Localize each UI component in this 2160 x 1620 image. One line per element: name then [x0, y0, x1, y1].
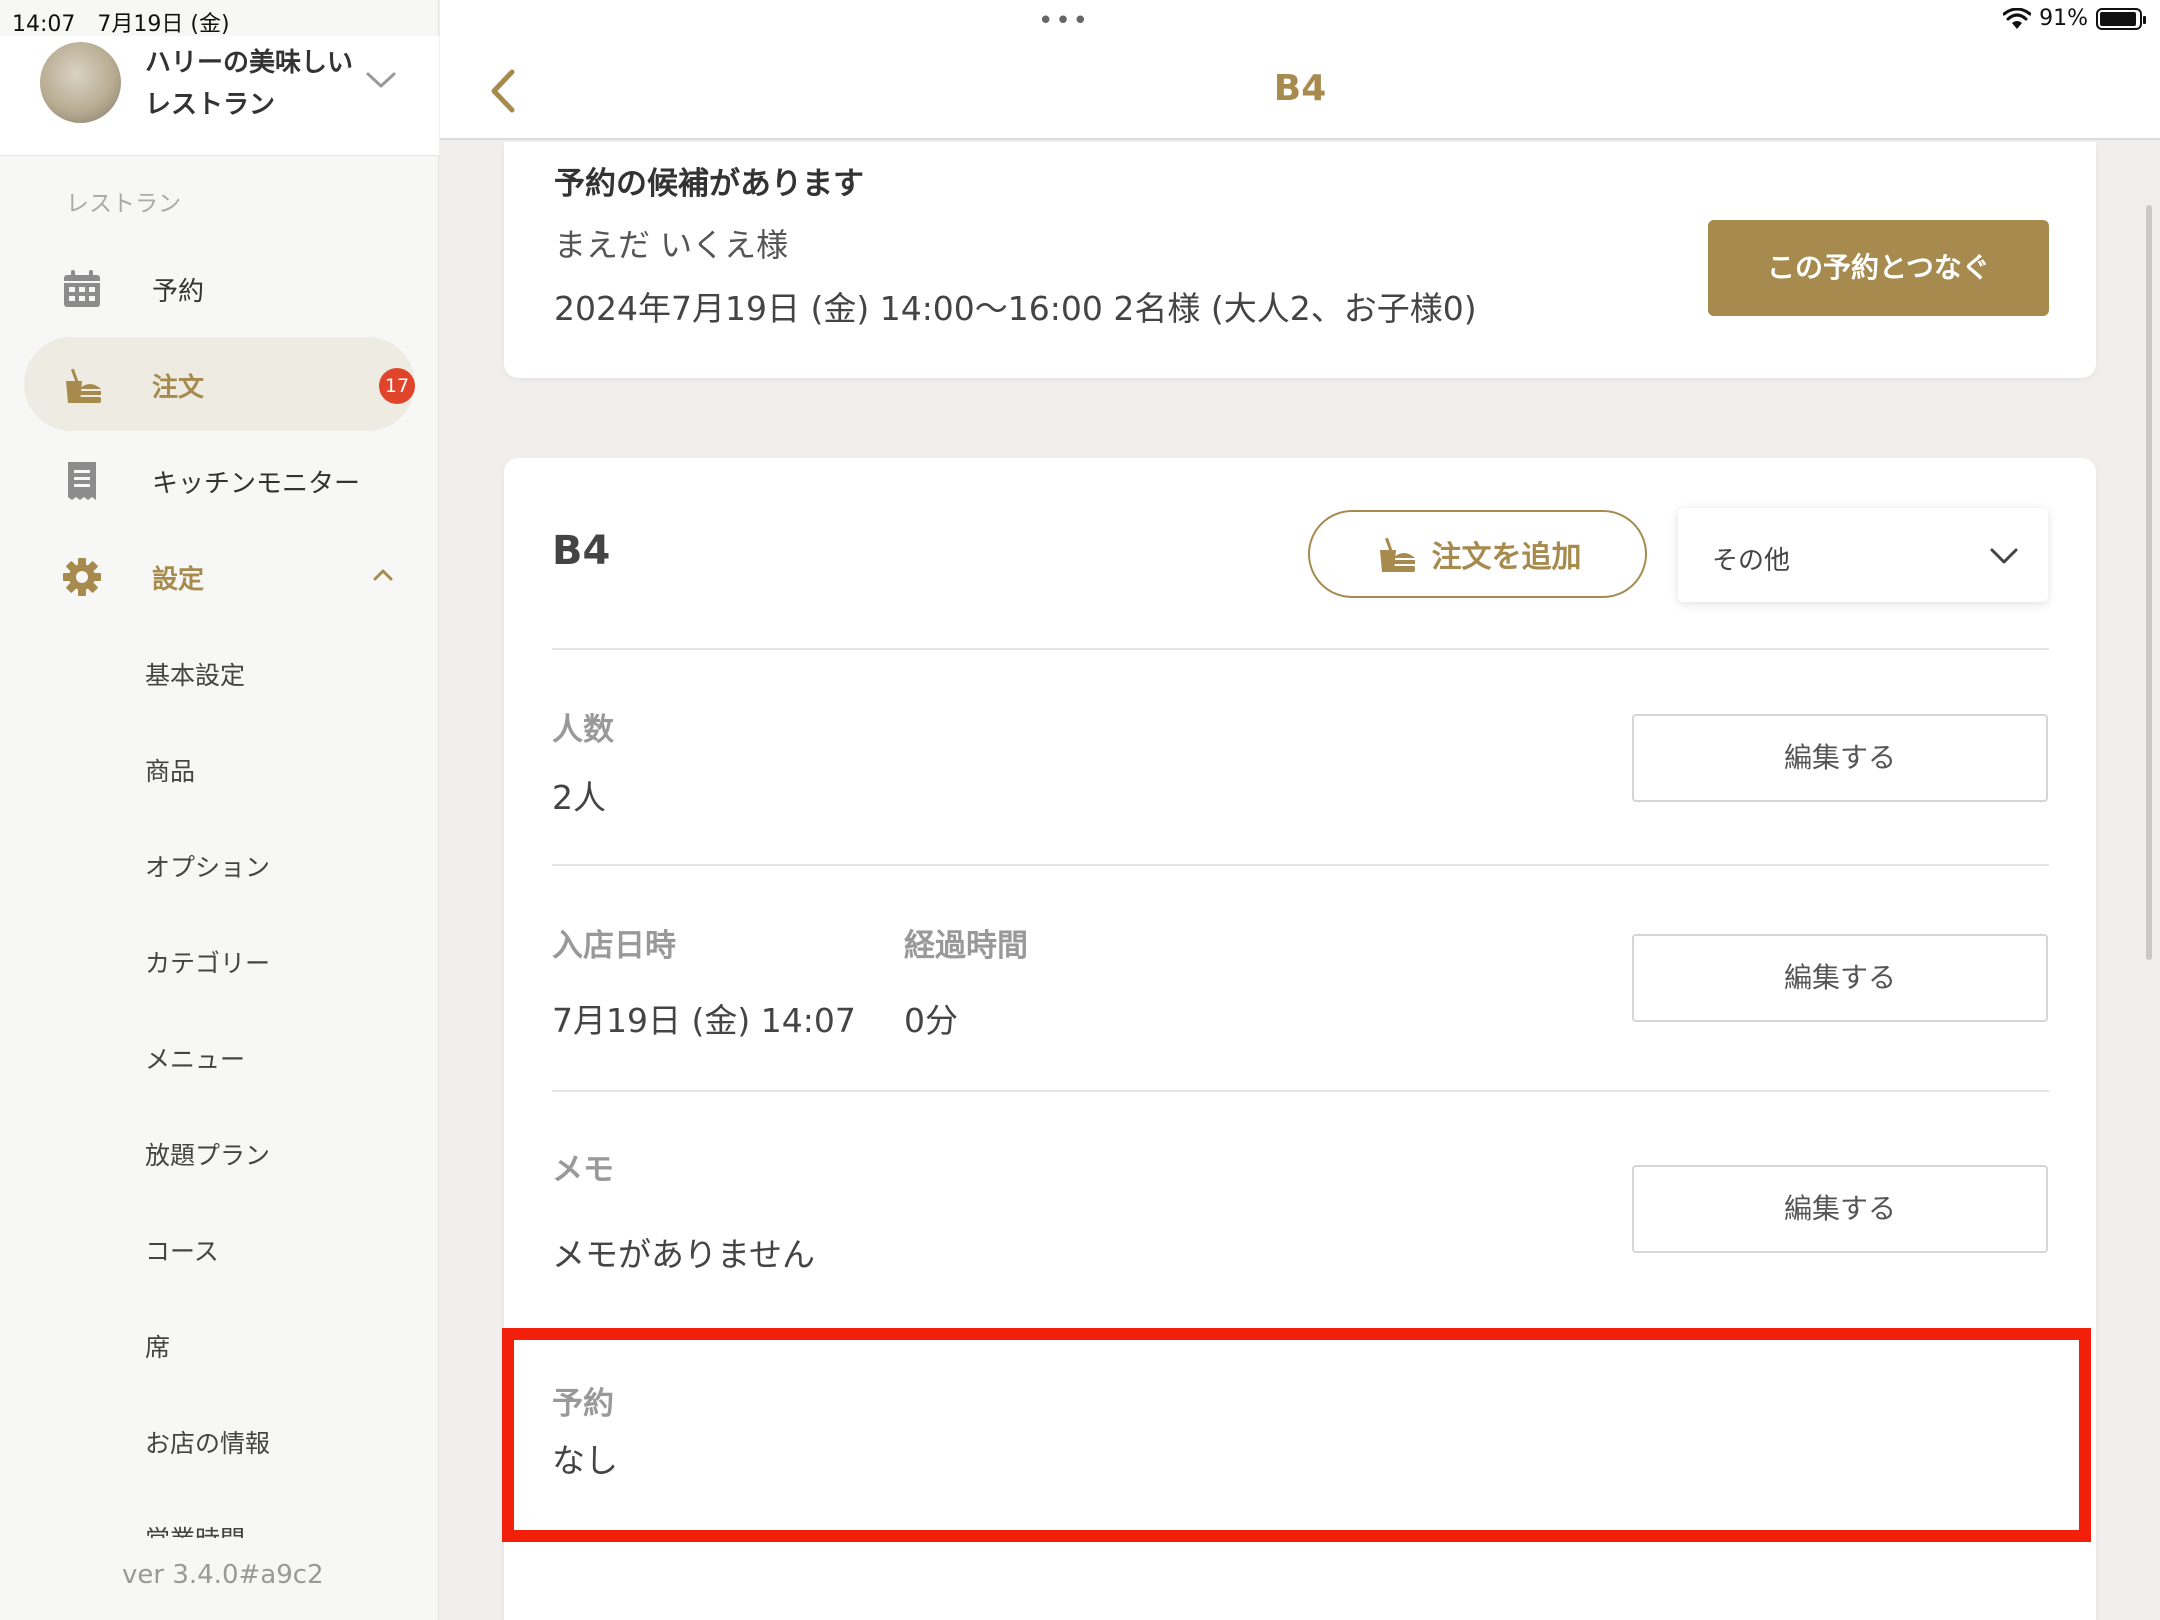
sidebar-item-settings[interactable]: 設定 — [24, 529, 415, 623]
entry-time-value: 7月19日 (金) 14:07 — [552, 1001, 856, 1040]
sidebar-item-label: 注文 — [152, 373, 205, 403]
divider — [552, 864, 2049, 866]
settings-item-categories[interactable]: カテゴリー — [145, 944, 270, 980]
order-icon — [66, 368, 101, 403]
settings-item-products[interactable]: 商品 — [145, 752, 195, 788]
link-reservation-button[interactable]: この予約とつなぐ — [1708, 220, 2049, 316]
chevron-down-icon — [1990, 548, 2018, 564]
table-name: B4 — [552, 528, 611, 574]
top-bar: ••• 91% B4 — [440, 0, 2160, 140]
app-version: ver 3.4.0#a9c2 — [122, 1560, 324, 1590]
edit-guests-button[interactable]: 編集する — [1632, 714, 2048, 802]
battery-percentage: 91% — [2039, 6, 2088, 31]
battery-icon — [2096, 7, 2146, 30]
shop-switcher[interactable]: ハリーの美味しいレストラン — [0, 36, 439, 156]
order-icon — [1379, 537, 1415, 572]
next-card-edge — [1534, 1610, 2096, 1620]
settings-item-business-hours[interactable]: 営業時間 — [145, 1520, 245, 1538]
candidate-details: 2024年7月19日 (金) 14:00～16:00 2名様 (大人2、お子様0… — [554, 289, 1477, 328]
elapsed-time-label: 経過時間 — [904, 928, 1028, 964]
sidebar-item-kitchen-monitor[interactable]: キッチンモニター — [24, 433, 415, 527]
candidate-title: 予約の候補があります — [554, 166, 864, 202]
status-time: 14:07 7月19日 (金) — [12, 12, 230, 37]
sidebar-item-orders[interactable]: 注文 17 — [24, 337, 415, 431]
gear-icon — [63, 558, 101, 596]
highlight-annotation — [502, 1328, 2091, 1542]
multitask-dots[interactable]: ••• — [1038, 6, 1090, 36]
sidebar: 14:07 7月19日 (金) ハリーの美味しいレストラン レストラン 予約 注… — [0, 0, 439, 1620]
guests-label: 人数 — [552, 712, 614, 748]
sidebar-item-label: キッチンモニター — [152, 469, 361, 499]
calendar-icon — [64, 270, 100, 307]
candidate-customer: まえだ いくえ様 — [554, 226, 789, 264]
wifi-icon — [2003, 7, 2032, 29]
scrollbar[interactable] — [2146, 205, 2152, 960]
chevron-up-icon — [373, 569, 393, 581]
add-order-button[interactable]: 注文を追加 — [1308, 510, 1647, 598]
chevron-down-icon — [366, 72, 396, 88]
shop-avatar — [40, 42, 121, 123]
memo-label: メモ — [552, 1152, 614, 1188]
divider — [552, 648, 2049, 650]
edit-memo-button[interactable]: 編集する — [1632, 1165, 2048, 1253]
add-order-label: 注文を追加 — [1431, 540, 1582, 575]
sidebar-item-label: 設定 — [152, 565, 205, 595]
section-label: レストラン — [66, 191, 181, 217]
order-count-badge: 17 — [379, 368, 415, 404]
other-actions-label: その他 — [1712, 546, 1791, 576]
settings-item-unlimited-plans[interactable]: 放題プラン — [145, 1136, 270, 1172]
reservation-candidate-card: 予約の候補があります まえだ いくえ様 2024年7月19日 (金) 14:00… — [504, 142, 2096, 378]
guests-value: 2人 — [552, 778, 606, 817]
shop-name: ハリーの美味しいレストラン — [145, 48, 354, 120]
settings-item-options[interactable]: オプション — [145, 848, 270, 884]
status-indicators: 91% — [2003, 6, 2146, 31]
other-actions-select[interactable]: その他 — [1678, 508, 2048, 602]
settings-item-menu[interactable]: メニュー — [145, 1040, 245, 1076]
settings-item-courses[interactable]: コース — [145, 1232, 219, 1268]
settings-item-shop-info[interactable]: お店の情報 — [145, 1424, 270, 1460]
divider — [552, 1090, 2049, 1092]
receipt-icon — [68, 462, 96, 500]
settings-item-clip: 営業時間 — [0, 1516, 439, 1538]
sidebar-item-reservations[interactable]: 予約 — [24, 241, 415, 335]
sidebar-item-label: 予約 — [152, 277, 205, 307]
edit-entry-time-button[interactable]: 編集する — [1632, 934, 2048, 1022]
settings-item-basic[interactable]: 基本設定 — [145, 656, 245, 692]
elapsed-time-value: 0分 — [904, 1001, 958, 1040]
memo-value: メモがありません — [552, 1235, 816, 1274]
page-title: B4 — [1273, 68, 1327, 109]
entry-time-label: 入店日時 — [552, 928, 676, 964]
settings-item-seats[interactable]: 席 — [145, 1328, 170, 1364]
